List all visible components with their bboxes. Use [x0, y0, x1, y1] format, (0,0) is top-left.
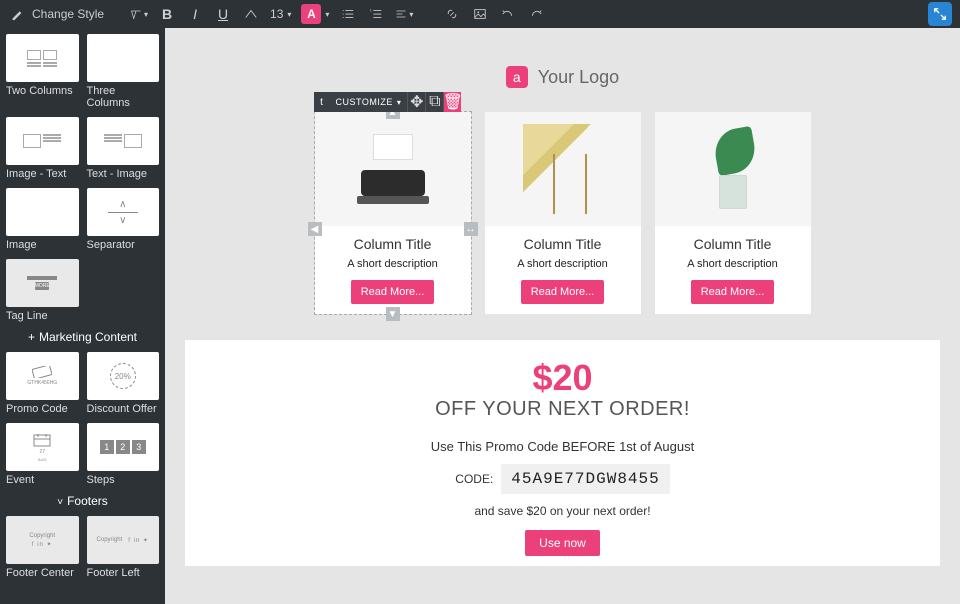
sidebar-section-marketing[interactable]: Marketing Content — [6, 322, 159, 352]
promo-block[interactable]: $20 OFF YOUR NEXT ORDER! Use This Promo … — [185, 340, 940, 566]
customize-button[interactable]: CUSTOMIZE ▾ — [330, 92, 408, 112]
promo-instruction: Use This Promo Code BEFORE 1st of August — [205, 439, 920, 454]
block-text-image[interactable]: Text - Image — [87, 117, 160, 180]
change-style-button[interactable]: Change Style — [8, 5, 104, 23]
customize-toolbar: t CUSTOMIZE ▾ ✥ ⧉ 🗑 — [314, 92, 462, 112]
italic-icon[interactable]: I — [186, 5, 204, 23]
typewriter-image — [353, 134, 433, 204]
block-footer-center[interactable]: Copyrightf in ✦ Footer Center — [6, 516, 79, 579]
code-label: CODE: — [455, 472, 493, 486]
handle-left-icon[interactable]: ◀ — [308, 222, 322, 236]
chair-image — [523, 124, 603, 214]
logo-text: Your Logo — [538, 67, 619, 88]
block-steps[interactable]: 123 Steps — [87, 423, 160, 486]
column-description[interactable]: A short description — [325, 258, 461, 270]
block-separator[interactable]: ∧∨ Separator — [87, 188, 160, 251]
image-icon[interactable] — [471, 5, 489, 23]
read-more-button[interactable]: Read More... — [351, 280, 435, 304]
duplicate-icon[interactable]: ⧉ — [425, 92, 443, 112]
block-two-columns[interactable]: Two Columns — [6, 34, 79, 109]
block-footer-left[interactable]: Copyrightf in ✦ Footer Left — [87, 516, 160, 579]
handle-down-icon[interactable]: ▼ — [386, 307, 400, 321]
column-description[interactable]: A short description — [495, 258, 631, 270]
ordered-list-icon[interactable]: 1 — [367, 5, 385, 23]
block-image-text[interactable]: Image - Text — [6, 117, 79, 180]
read-more-button[interactable]: Read More... — [521, 280, 605, 304]
unordered-list-icon[interactable] — [339, 5, 357, 23]
chevron-down-icon: ▾ — [397, 98, 402, 107]
underline-icon[interactable]: U — [214, 5, 232, 23]
bold-icon[interactable]: B — [158, 5, 176, 23]
promo-code-value[interactable]: 45A9E77DGW8455 — [501, 464, 669, 494]
logo-mark: a — [506, 66, 528, 88]
block-three-columns[interactable]: Three Columns — [87, 34, 160, 109]
fullscreen-button[interactable] — [928, 2, 952, 26]
svg-text:1: 1 — [370, 8, 372, 12]
clear-format-icon[interactable] — [242, 5, 260, 23]
block-type-tab[interactable]: t — [314, 92, 330, 112]
undo-icon[interactable] — [499, 5, 517, 23]
column-title[interactable]: Column Title — [665, 236, 801, 252]
font-size-selector[interactable]: 13 ▾ — [270, 7, 291, 21]
link-icon[interactable] — [443, 5, 461, 23]
redo-icon[interactable] — [527, 5, 545, 23]
editor-canvas[interactable]: a Your Logo t CUSTOMIZE ▾ ✥ ⧉ 🗑 — [165, 28, 960, 604]
promo-amount: $20 — [205, 360, 920, 396]
column-title[interactable]: Column Title — [495, 236, 631, 252]
brush-icon — [8, 5, 26, 23]
style-dropdown-icon[interactable]: ▾ — [130, 5, 148, 23]
block-tag-line[interactable]: MORE Tag Line — [6, 259, 79, 322]
column-image[interactable] — [655, 112, 811, 226]
text-color-swatch: A — [301, 4, 321, 24]
delete-icon[interactable]: 🗑 — [443, 92, 461, 112]
align-dropdown-icon[interactable]: ▾ — [395, 5, 413, 23]
promo-save-text: and save $20 on your next order! — [205, 504, 920, 518]
column-description[interactable]: A short description — [665, 258, 801, 270]
column-2[interactable]: Column Title A short description Read Mo… — [485, 112, 641, 314]
sidebar-section-footers[interactable]: Footers — [6, 486, 159, 516]
change-style-label: Change Style — [32, 7, 104, 21]
promo-subtitle: OFF YOUR NEXT ORDER! — [205, 398, 920, 421]
plant-image — [703, 129, 763, 209]
use-now-button[interactable]: Use now — [525, 530, 600, 556]
text-color-button[interactable]: A ▾ — [301, 4, 329, 24]
block-promo-code[interactable]: GTHK456HG Promo Code — [6, 352, 79, 415]
block-discount-offer[interactable]: 20% Discount Offer — [87, 352, 160, 415]
column-1[interactable]: t CUSTOMIZE ▾ ✥ ⧉ 🗑 ▲ ◀ ↔ ▼ — [315, 112, 471, 314]
top-toolbar: Change Style ▾ B I U 13 ▾ A ▾ 1 ▾ — [0, 0, 960, 28]
three-column-block: t CUSTOMIZE ▾ ✥ ⧉ 🗑 ▲ ◀ ↔ ▼ — [185, 112, 940, 314]
read-more-button[interactable]: Read More... — [691, 280, 775, 304]
logo-block[interactable]: a Your Logo — [185, 48, 940, 112]
block-event[interactable]: 27AUG Event — [6, 423, 79, 486]
handle-right-icon[interactable]: ↔ — [464, 222, 478, 236]
column-image[interactable] — [485, 112, 641, 226]
column-3[interactable]: Column Title A short description Read Mo… — [655, 112, 811, 314]
block-image[interactable]: Image — [6, 188, 79, 251]
column-title[interactable]: Column Title — [325, 236, 461, 252]
font-size-value: 13 — [270, 7, 283, 21]
move-icon[interactable]: ✥ — [407, 92, 425, 112]
block-sidebar: Two Columns Three Columns Image - Text T… — [0, 28, 165, 604]
column-image[interactable] — [315, 112, 471, 226]
